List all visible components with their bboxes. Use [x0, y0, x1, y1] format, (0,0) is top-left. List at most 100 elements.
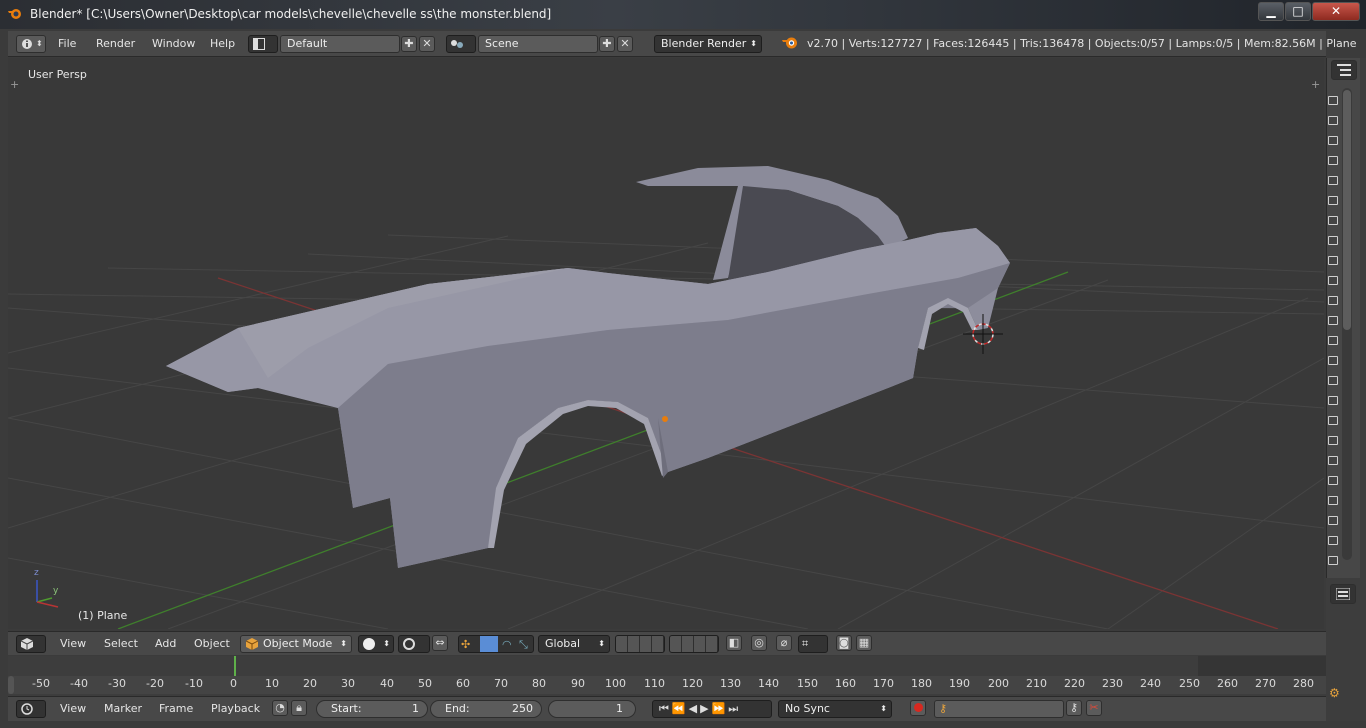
menu-view[interactable]: View — [60, 634, 86, 653]
editor-type-button[interactable]: ⬍ — [16, 35, 46, 53]
camera-visibility-icon[interactable] — [1328, 236, 1338, 245]
camera-visibility-icon[interactable] — [1328, 496, 1338, 505]
pivot-icon — [403, 638, 415, 650]
menu-add[interactable]: Add — [155, 634, 176, 653]
camera-visibility-icon[interactable] — [1328, 376, 1338, 385]
3d-viewport[interactable]: User Persp (1) Plane z y + + — [8, 58, 1324, 629]
play-icon[interactable]: ▶ — [700, 702, 711, 715]
camera-visibility-icon[interactable] — [1328, 436, 1338, 445]
jump-start-icon[interactable]: ⏮ — [659, 702, 672, 715]
menu-select[interactable]: Select — [104, 634, 138, 653]
camera-visibility-icon[interactable] — [1328, 416, 1338, 425]
menu-frame[interactable]: Frame — [159, 699, 193, 718]
properties-editor-button[interactable] — [1330, 584, 1356, 604]
camera-visibility-icon[interactable] — [1328, 176, 1338, 185]
camera-visibility-icon[interactable] — [1328, 536, 1338, 545]
add-layout-button[interactable]: ✚ — [401, 36, 417, 52]
keying-set-field[interactable]: ⚷ — [934, 700, 1064, 718]
outliner-scroll-thumb[interactable] — [1343, 90, 1351, 330]
screen-layout-browse[interactable] — [248, 35, 278, 53]
menu-marker[interactable]: Marker — [104, 699, 142, 718]
record-button[interactable] — [910, 700, 926, 716]
ruler-scroll-left[interactable] — [8, 676, 14, 694]
timeline-ruler[interactable]: -50 -40 -30 -20 -10 0 10 20 30 40 50 60 … — [8, 676, 1326, 694]
layer-buttons-2[interactable] — [669, 635, 719, 653]
snap-element-select[interactable]: ⌗ — [798, 635, 828, 653]
camera-visibility-icon[interactable] — [1328, 516, 1338, 525]
info-header: ⬍ File Render Window Help Default ✚ ✕ Sc… — [8, 31, 1357, 57]
current-frame-marker[interactable] — [234, 656, 236, 676]
transform-manipulators[interactable]: ✣ ◠ ⤡ — [458, 635, 534, 653]
layout-icon — [253, 38, 265, 50]
mode-select[interactable]: Object Mode ⬍ — [240, 635, 352, 653]
camera-visibility-icon[interactable] — [1328, 276, 1338, 285]
lock-range-icon[interactable]: 🔒︎ — [291, 700, 307, 716]
screen-layout-field[interactable]: Default — [280, 35, 400, 53]
menu-render[interactable]: Render — [96, 34, 135, 53]
camera-visibility-icon[interactable] — [1328, 256, 1338, 265]
camera-visibility-icon[interactable] — [1328, 116, 1338, 125]
proportional-edit-icon[interactable]: ◎ — [751, 635, 767, 651]
playback-controls[interactable]: ⏮⏪◀▶⏩⏭ — [652, 700, 772, 718]
toolshelf-toggle[interactable]: + — [10, 78, 19, 91]
add-scene-button[interactable]: ✚ — [599, 36, 615, 52]
start-frame-field[interactable]: Start: 1 — [316, 700, 428, 718]
current-frame-field[interactable]: 1 — [548, 700, 636, 718]
orientation-select[interactable]: Global ⬍ — [538, 635, 610, 653]
play-reverse-icon[interactable]: ◀ — [689, 702, 700, 715]
scene-settings-icon[interactable]: ⚙ — [1329, 686, 1340, 700]
updown-icon: ⬍ — [750, 39, 757, 48]
layer-buttons-1[interactable] — [615, 635, 665, 653]
camera-visibility-icon[interactable] — [1328, 96, 1338, 105]
properties-toggle[interactable]: + — [1311, 78, 1320, 91]
camera-visibility-icon[interactable] — [1328, 216, 1338, 225]
snap-toggle-icon[interactable]: ⌀ — [776, 635, 792, 651]
jump-end-icon[interactable]: ⏭ — [728, 702, 741, 715]
close-button[interactable]: ✕ — [1312, 2, 1360, 21]
sync-select[interactable]: No Sync ⬍ — [778, 700, 892, 718]
camera-visibility-icon[interactable] — [1328, 476, 1338, 485]
camera-visibility-icon[interactable] — [1328, 316, 1338, 325]
editor-type-button[interactable] — [16, 635, 46, 653]
properties-icon — [1336, 588, 1350, 600]
remove-scene-button[interactable]: ✕ — [617, 36, 633, 52]
menu-object[interactable]: Object — [194, 634, 230, 653]
menu-help[interactable]: Help — [210, 34, 235, 53]
manipulator-toggle[interactable]: ⇔ — [432, 635, 448, 651]
remove-layout-button[interactable]: ✕ — [419, 36, 435, 52]
scene-field[interactable]: Scene — [478, 35, 598, 53]
next-keyframe-icon[interactable]: ⏩ — [712, 702, 729, 715]
camera-visibility-icon[interactable] — [1328, 556, 1338, 565]
pivot-select[interactable] — [398, 635, 430, 653]
end-frame-field[interactable]: End: 250 — [430, 700, 542, 718]
maximize-button[interactable]: □ — [1285, 2, 1311, 21]
minimize-button[interactable]: ▁ — [1258, 2, 1284, 21]
outliner-editor-button[interactable] — [1331, 60, 1357, 80]
camera-visibility-icon[interactable] — [1328, 196, 1338, 205]
camera-visibility-icon[interactable] — [1328, 336, 1338, 345]
camera-visibility-icon[interactable] — [1328, 156, 1338, 165]
render-animation-icon[interactable]: ▦ — [856, 635, 872, 651]
camera-visibility-icon[interactable] — [1328, 136, 1338, 145]
menu-view[interactable]: View — [60, 699, 86, 718]
menu-window[interactable]: Window — [152, 34, 195, 53]
cube-view-icon — [21, 638, 33, 650]
camera-visibility-icon[interactable] — [1328, 356, 1338, 365]
car-body-mesh[interactable] — [166, 166, 1010, 568]
menu-playback[interactable]: Playback — [211, 699, 260, 718]
shading-select[interactable]: ⬍ — [358, 635, 394, 653]
editor-type-button[interactable] — [16, 700, 46, 718]
camera-visibility-icon[interactable] — [1328, 296, 1338, 305]
camera-visibility-icon[interactable] — [1328, 456, 1338, 465]
camera-visibility-icon[interactable] — [1328, 396, 1338, 405]
render-engine-select[interactable]: Blender Render ⬍ — [654, 35, 762, 53]
scene-browse[interactable] — [446, 35, 476, 53]
prev-keyframe-icon[interactable]: ⏪ — [672, 702, 689, 715]
menu-file[interactable]: File — [58, 34, 76, 53]
render-still-icon[interactable]: ◙ — [836, 635, 852, 651]
insert-keyframe-icon[interactable]: ⚷ — [1066, 700, 1082, 716]
tick-label: 90 — [571, 677, 585, 690]
preview-range-toggle[interactable]: ◔ — [272, 700, 288, 716]
lock-layers-icon[interactable]: ◧ — [726, 635, 742, 651]
delete-keyframe-icon[interactable]: ✂ — [1086, 700, 1102, 716]
